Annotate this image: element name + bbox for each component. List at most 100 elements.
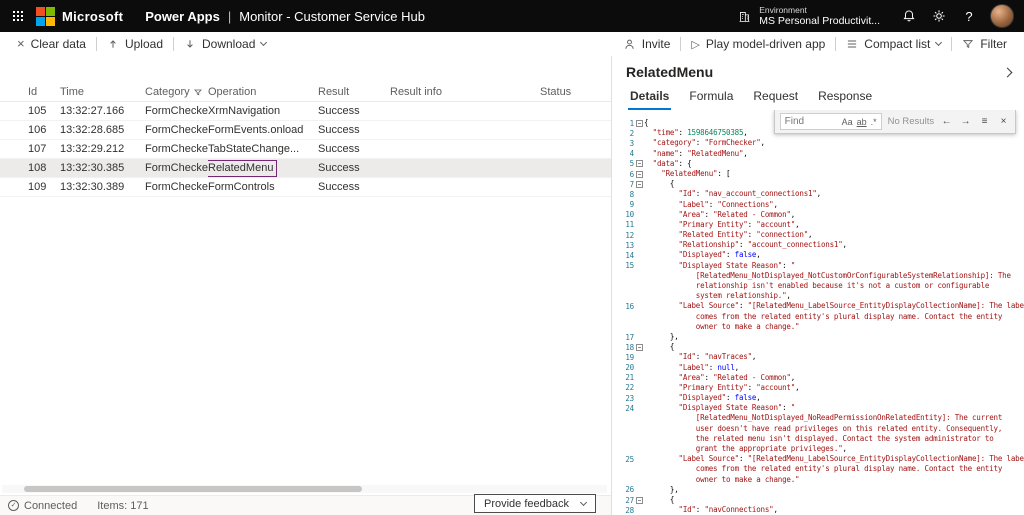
- gutter-line: 22: [612, 383, 644, 393]
- table-header: Id Time Category Operation Result Result…: [0, 82, 611, 102]
- column-header-result-info[interactable]: Result info: [390, 86, 540, 98]
- json-code-editor[interactable]: Find Aa ab .* No Results ← → ≡ × 1234567…: [612, 110, 1024, 515]
- gutter-line: [612, 291, 644, 301]
- notifications-button[interactable]: [894, 0, 924, 32]
- product-name[interactable]: Power Apps: [145, 9, 220, 24]
- table-cell[interactable]: FormChecker: [145, 105, 208, 117]
- column-header-operation[interactable]: Operation: [208, 86, 318, 98]
- table-cell[interactable]: FormEvents.onload: [208, 124, 318, 136]
- compact-list-button[interactable]: Compact list: [839, 32, 948, 56]
- gutter-line: [612, 475, 644, 485]
- code-line: [RelatedMenu_NotDisplayed_NotCustomOrCon…: [644, 271, 1024, 281]
- line-number: 4: [616, 149, 634, 158]
- table-cell[interactable]: 13:32:29.212: [60, 143, 145, 155]
- table-cell[interactable]: FormChecker: [145, 124, 208, 136]
- fold-toggle-icon[interactable]: [636, 344, 643, 351]
- table-row[interactable]: 10913:32:30.389FormCheckerFormControlsSu…: [0, 178, 611, 197]
- fold-toggle-icon[interactable]: [636, 181, 643, 188]
- download-button[interactable]: Download: [177, 32, 273, 56]
- filter-button[interactable]: Filter: [955, 32, 1014, 56]
- horizontal-scrollbar[interactable]: [2, 485, 607, 493]
- line-number: 12: [616, 231, 634, 240]
- clear-data-button[interactable]: × Clear data: [10, 32, 93, 56]
- table-cell[interactable]: 106: [28, 124, 60, 136]
- microsoft-logo[interactable]: Microsoft: [36, 7, 133, 26]
- download-label: Download: [202, 37, 255, 51]
- column-header-status[interactable]: Status: [540, 86, 611, 98]
- tab-formula[interactable]: Formula: [679, 83, 743, 110]
- line-number: 5: [616, 159, 634, 168]
- selected-operation-cell[interactable]: RelatedMenu: [208, 160, 277, 177]
- code-line: "name": "RelatedMenu",: [644, 149, 1024, 159]
- table-cell[interactable]: FormControls: [208, 181, 318, 193]
- fold-toggle-icon[interactable]: [636, 120, 643, 127]
- code-lines[interactable]: { "time": 1598646750385, "category": "Fo…: [644, 118, 1024, 515]
- find-close-icon[interactable]: ×: [997, 116, 1010, 127]
- tab-details[interactable]: Details: [620, 83, 679, 110]
- settings-button[interactable]: [924, 0, 954, 32]
- whole-word-toggle-icon[interactable]: ab: [857, 117, 867, 127]
- table-cell[interactable]: Success: [318, 162, 390, 174]
- avatar[interactable]: [990, 4, 1014, 28]
- table-row[interactable]: 10513:32:27.166FormCheckerXrmNavigationS…: [0, 102, 611, 121]
- code-line: "Label": "Connections",: [644, 200, 1024, 210]
- fold-toggle-icon[interactable]: [636, 160, 643, 167]
- code-line: "Id": "navTraces",: [644, 352, 1024, 362]
- table-cell[interactable]: FormChecker: [145, 143, 208, 155]
- table-cell[interactable]: 13:32:27.166: [60, 105, 145, 117]
- environment-name: MS Personal Productivit...: [759, 15, 880, 28]
- table-row[interactable]: 10713:32:29.212FormCheckerTabStateChange…: [0, 140, 611, 159]
- find-next-icon[interactable]: →: [959, 116, 972, 127]
- table-cell[interactable]: 108: [28, 162, 60, 174]
- filter-icon: [194, 88, 202, 96]
- upload-button[interactable]: Upload: [100, 32, 170, 56]
- find-input[interactable]: Find Aa ab .*: [780, 113, 882, 130]
- table-cell[interactable]: TabStateChange...: [208, 143, 318, 155]
- table-cell[interactable]: RelatedMenu: [208, 160, 318, 177]
- column-header-time[interactable]: Time: [60, 86, 145, 98]
- gutter-line: 2: [612, 128, 644, 138]
- waffle-menu-button[interactable]: [0, 0, 36, 32]
- line-number: 11: [616, 220, 634, 229]
- table-cell[interactable]: FormChecker: [145, 162, 208, 174]
- table-row[interactable]: 10613:32:28.685FormCheckerFormEvents.onl…: [0, 121, 611, 140]
- table-cell[interactable]: 13:32:28.685: [60, 124, 145, 136]
- match-case-toggle-icon[interactable]: Aa: [842, 117, 853, 127]
- tab-response[interactable]: Response: [808, 83, 882, 110]
- code-line: "Label Source": "[RelatedMenu_LabelSourc…: [644, 301, 1024, 311]
- play-icon: ▷: [691, 38, 699, 51]
- table-cell[interactable]: 13:32:30.385: [60, 162, 145, 174]
- fold-toggle-icon[interactable]: [636, 497, 643, 504]
- fold-toggle-icon[interactable]: [636, 171, 643, 178]
- code-line: "Relationship": "account_connections1",: [644, 240, 1024, 250]
- regex-toggle-icon[interactable]: .*: [871, 117, 877, 127]
- line-number: 8: [616, 190, 634, 199]
- table-cell[interactable]: FormChecker: [145, 181, 208, 193]
- details-panel-header: RelatedMenu: [612, 56, 1024, 83]
- table-cell[interactable]: XrmNavigation: [208, 105, 318, 117]
- column-header-category[interactable]: Category: [145, 86, 208, 98]
- environment-picker[interactable]: Environment MS Personal Productivit...: [724, 0, 894, 32]
- column-header-id[interactable]: Id: [28, 86, 60, 98]
- table-cell[interactable]: 13:32:30.389: [60, 181, 145, 193]
- table-cell[interactable]: Success: [318, 124, 390, 136]
- table-cell[interactable]: 107: [28, 143, 60, 155]
- table-cell[interactable]: 105: [28, 105, 60, 117]
- tab-request[interactable]: Request: [743, 83, 808, 110]
- table-cell[interactable]: Success: [318, 181, 390, 193]
- table-cell[interactable]: Success: [318, 105, 390, 117]
- code-line: "category": "FormChecker",: [644, 138, 1024, 148]
- invite-button[interactable]: Invite: [616, 32, 678, 56]
- scrollbar-thumb[interactable]: [24, 486, 362, 492]
- help-button[interactable]: ?: [954, 0, 984, 32]
- gutter-line: 8: [612, 189, 644, 199]
- column-header-result[interactable]: Result: [318, 86, 390, 98]
- find-in-selection-icon[interactable]: ≡: [978, 116, 991, 127]
- table-row[interactable]: 10813:32:30.385FormCheckerRelatedMenu Suc…: [0, 159, 611, 178]
- collapse-panel-chevron-icon[interactable]: [1003, 67, 1013, 77]
- play-model-driven-app-button[interactable]: ▷ Play model-driven app: [684, 32, 832, 56]
- find-previous-icon[interactable]: ←: [940, 116, 953, 127]
- table-cell[interactable]: 109: [28, 181, 60, 193]
- provide-feedback-button[interactable]: Provide feedback: [474, 494, 596, 513]
- table-cell[interactable]: Success: [318, 143, 390, 155]
